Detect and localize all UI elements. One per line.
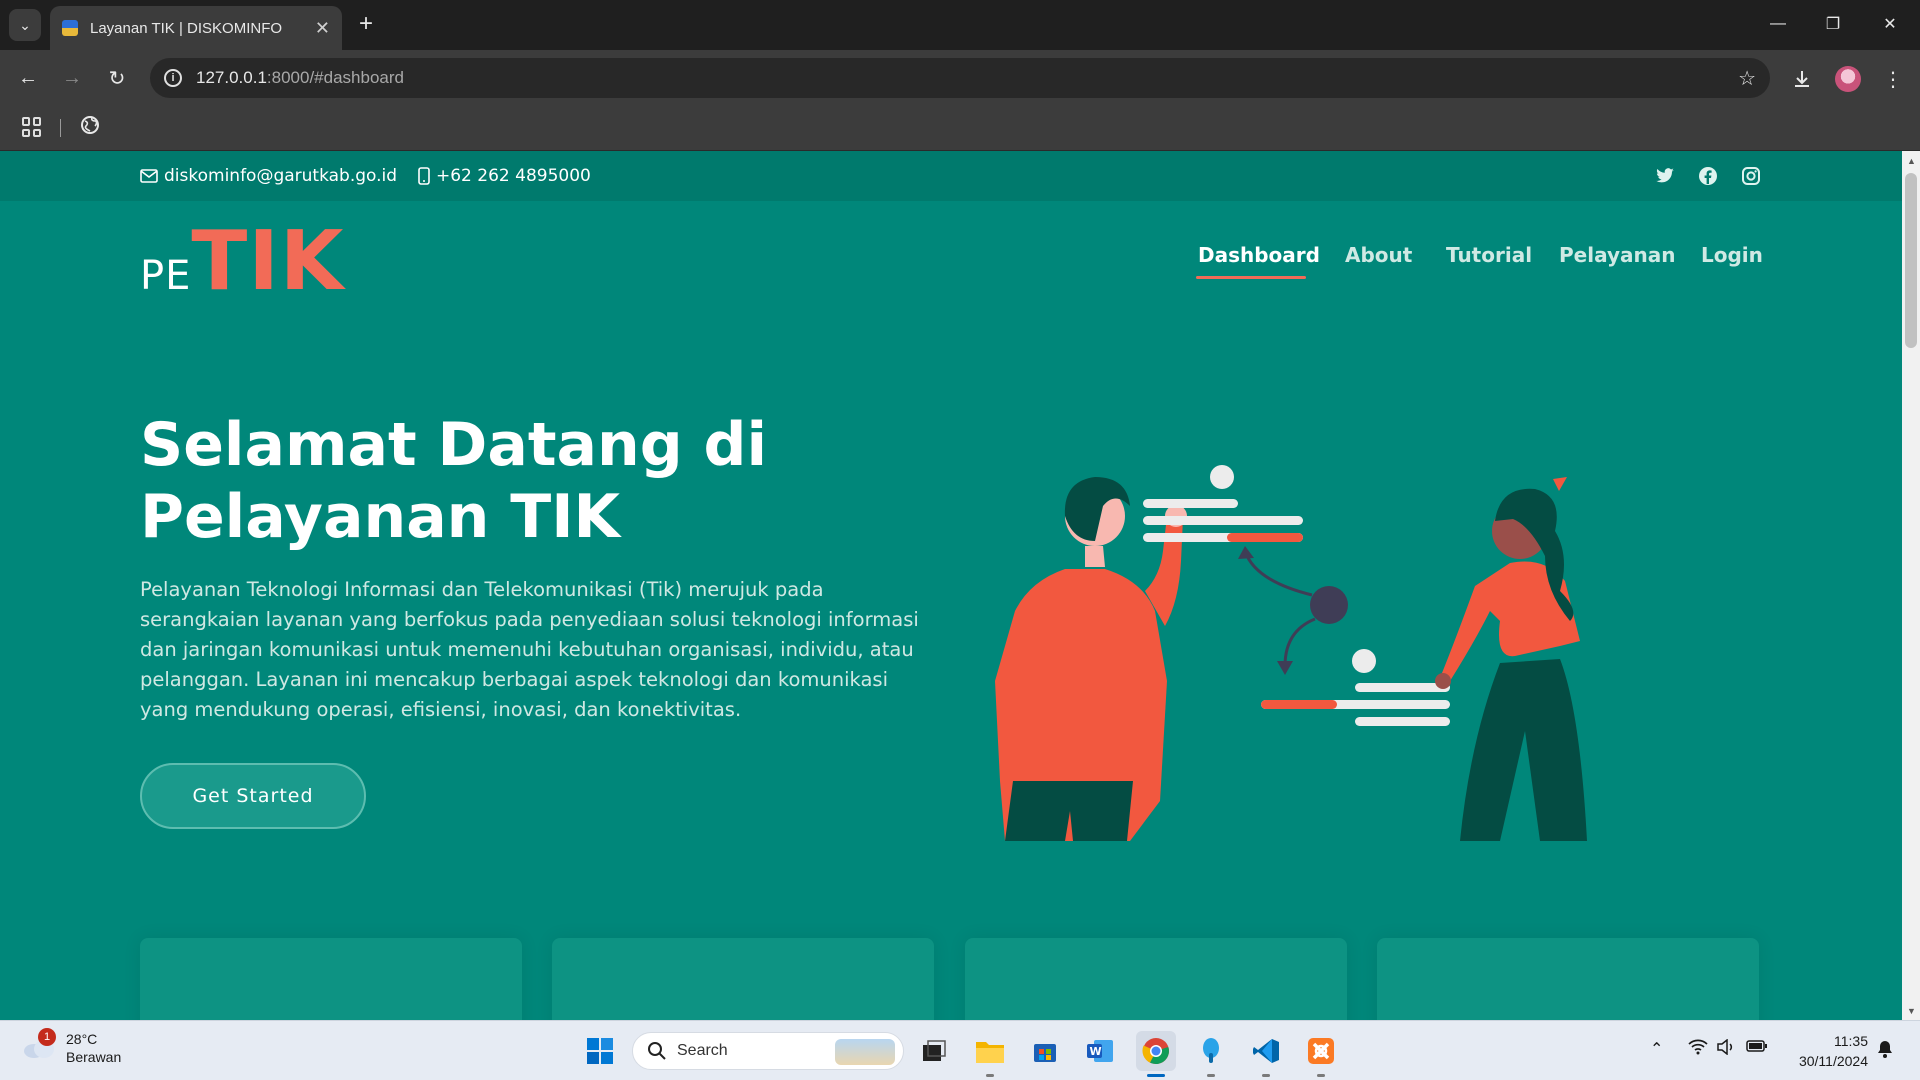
clock-date: 30/11/2024 (1798, 1053, 1868, 1069)
task-view-icon[interactable] (914, 1031, 954, 1071)
tab-search-button[interactable]: ⌄ (9, 9, 41, 41)
phone-contact[interactable]: +62 262 4895000 (418, 166, 591, 186)
nav-tutorial[interactable]: Tutorial (1446, 243, 1532, 267)
site-info-icon[interactable]: i (164, 69, 182, 87)
page-viewport: diskominfo@garutkab.go.id +62 262 489500… (0, 151, 1902, 1020)
hero-illustration (995, 465, 1587, 841)
nav-active-indicator (1196, 276, 1306, 279)
system-clock[interactable]: 11:35 30/11/2024 (1786, 1031, 1868, 1071)
reload-button[interactable]: ↻ (103, 64, 131, 92)
microsoft-store-icon[interactable] (1025, 1031, 1065, 1071)
facebook-icon[interactable] (1697, 165, 1719, 187)
volume-icon[interactable] (1716, 1038, 1736, 1060)
service-card-3[interactable] (965, 938, 1347, 1020)
xampp-icon[interactable] (1301, 1031, 1341, 1077)
close-window-button[interactable]: ✕ (1870, 8, 1910, 40)
minimize-button[interactable]: — (1758, 8, 1798, 40)
twitter-icon[interactable] (1654, 165, 1676, 187)
bookmark-star-icon[interactable]: ☆ (1738, 66, 1756, 91)
tab-title: Layanan TIK | DISKOMINFO (90, 19, 283, 37)
os-taskbar: 1 28°C Berawan Search W ⌃ 11:35 30/11/20… (0, 1020, 1920, 1080)
man-neck (1085, 546, 1105, 567)
restore-button[interactable]: ❐ (1813, 8, 1853, 40)
cloud-icon: 1 (22, 1028, 56, 1060)
bottom-dot (1352, 649, 1376, 673)
wifi-icon[interactable] (1688, 1039, 1708, 1060)
email-contact[interactable]: diskominfo@garutkab.go.id (140, 166, 397, 186)
top-dot (1210, 465, 1234, 489)
nav-about[interactable]: About (1345, 243, 1412, 267)
woman-hand (1435, 673, 1451, 689)
svg-text:W: W (1090, 1045, 1102, 1058)
instagram-icon[interactable] (1740, 165, 1762, 187)
phone-icon (418, 167, 430, 185)
weather-badge: 1 (38, 1028, 56, 1046)
search-label: Search (677, 1042, 728, 1059)
bookmarks-bar (0, 106, 1920, 151)
search-highlight-image (835, 1039, 895, 1065)
windows-start-icon[interactable] (580, 1031, 620, 1071)
nav-dashboard[interactable]: Dashboard (1198, 243, 1320, 267)
weather-desc: Berawan (66, 1049, 122, 1065)
bottom-line-3 (1355, 717, 1450, 726)
apps-grid-icon[interactable] (22, 117, 42, 137)
search-icon (648, 1042, 666, 1060)
weather-temp: 28°C (66, 1031, 98, 1047)
download-icon[interactable] (1787, 64, 1817, 94)
browser-tab-bar: ⌄ Layanan TIK | DISKOMINFO ✕ + — ❐ ✕ (0, 0, 1920, 50)
address-bar[interactable]: i 127.0.0.1:8000/#dashboard ☆ (150, 58, 1770, 98)
connector-arrow-down (1283, 617, 1316, 667)
back-button[interactable]: ← (14, 64, 42, 92)
browser-toolbar: ← → ↻ i 127.0.0.1:8000/#dashboard ☆ ⋮ (0, 50, 1920, 106)
tab-close-icon[interactable]: ✕ (315, 18, 330, 39)
scroll-up-icon[interactable]: ▲ (1907, 156, 1916, 166)
woman-pants (1460, 659, 1587, 841)
top-line-1 (1143, 499, 1238, 508)
app-pen-icon[interactable] (1191, 1031, 1231, 1077)
notification-bell-icon[interactable] (1876, 1039, 1894, 1064)
word-icon[interactable]: W (1080, 1031, 1120, 1071)
contact-topbar: diskominfo@garutkab.go.id +62 262 489500… (0, 151, 1902, 201)
globe-icon[interactable] (80, 115, 100, 135)
connector-arrow-up (1243, 550, 1313, 597)
site-favicon-icon (62, 20, 78, 36)
service-card-2[interactable] (552, 938, 934, 1020)
file-explorer-icon[interactable] (970, 1031, 1010, 1077)
vscode-icon[interactable] (1246, 1031, 1286, 1077)
nav-pelayanan[interactable]: Pelayanan (1559, 243, 1675, 267)
envelope-icon (140, 169, 158, 183)
nav-login[interactable]: Login (1701, 243, 1763, 267)
new-tab-button[interactable]: + (352, 10, 380, 38)
logo-main: TIK (191, 214, 345, 309)
scrollbar-thumb[interactable] (1905, 173, 1917, 348)
browser-menu-icon[interactable]: ⋮ (1878, 64, 1908, 94)
email-text: diskominfo@garutkab.go.id (164, 166, 398, 186)
weather-widget[interactable]: 1 28°C Berawan (22, 1028, 122, 1066)
phone-text: +62 262 4895000 (436, 166, 591, 186)
browser-tab[interactable]: Layanan TIK | DISKOMINFO ✕ (50, 6, 342, 50)
woman-hair-clip (1553, 477, 1567, 491)
get-started-button[interactable]: Get Started (140, 763, 366, 829)
hero-title: Selamat Datang di Pelayanan TIK (140, 410, 768, 552)
hero-description: Pelayanan Teknologi Informasi dan Teleko… (140, 578, 919, 721)
top-line-accent (1227, 533, 1303, 542)
logo-prefix: PE (140, 253, 192, 299)
tray-chevron-icon[interactable]: ⌃ (1650, 1039, 1663, 1059)
taskbar-search[interactable]: Search (632, 1032, 904, 1070)
top-line-2 (1143, 516, 1303, 525)
connector-dot (1310, 586, 1348, 624)
battery-icon[interactable] (1746, 1039, 1768, 1058)
bottom-line-accent (1261, 700, 1337, 709)
profile-avatar[interactable] (1833, 64, 1863, 94)
service-card-1[interactable] (140, 938, 522, 1020)
bookmark-divider (60, 119, 61, 137)
site-logo[interactable]: PE TIK (140, 221, 344, 303)
scroll-down-icon[interactable]: ▼ (1907, 1006, 1916, 1016)
page-scrollbar[interactable]: ▲ ▼ (1902, 151, 1920, 1020)
chrome-icon[interactable] (1136, 1031, 1176, 1077)
url-text: 127.0.0.1:8000/#dashboard (196, 68, 404, 87)
forward-button[interactable]: → (58, 64, 86, 92)
service-card-4[interactable] (1377, 938, 1759, 1020)
clock-time: 11:35 (1834, 1033, 1868, 1049)
